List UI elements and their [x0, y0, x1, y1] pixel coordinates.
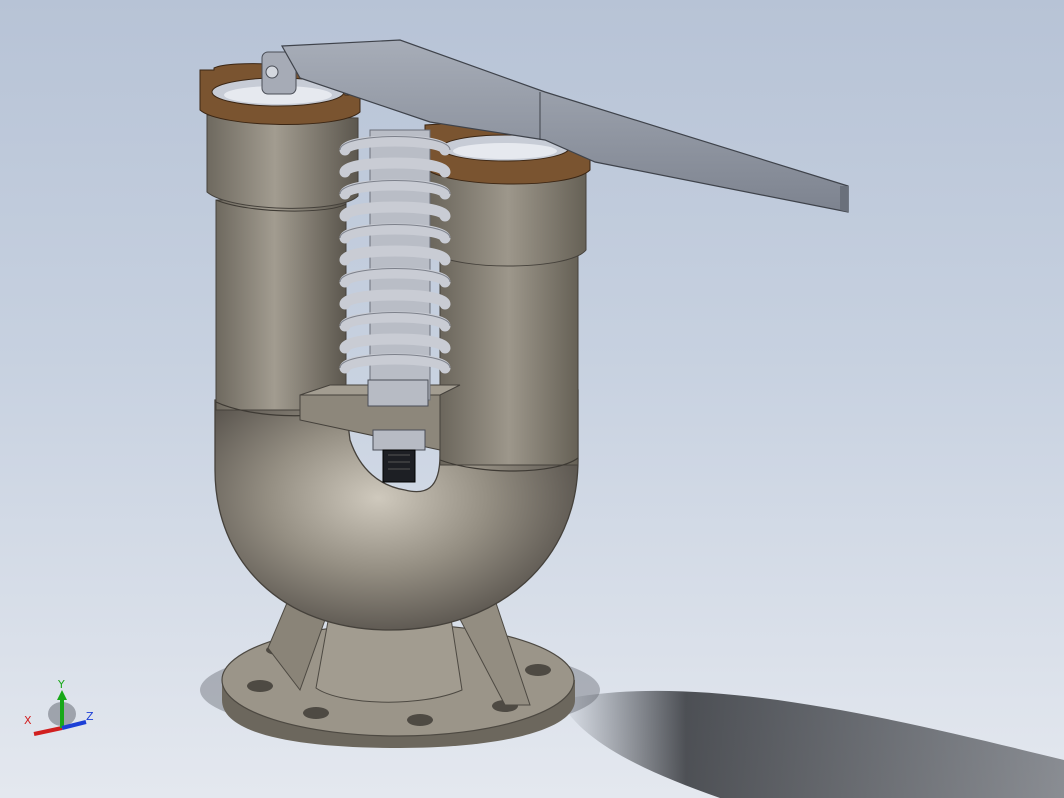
z-axis-label: Z	[86, 710, 94, 723]
left-collar	[206, 114, 359, 209]
adjusting-nut[interactable]	[372, 429, 426, 483]
view-orientation-triad[interactable]: X Y Z	[18, 676, 108, 746]
x-axis-label: X	[24, 714, 32, 727]
coil-spring[interactable]	[339, 129, 451, 401]
ground-shadow	[560, 690, 1064, 798]
left-pipe[interactable]	[215, 199, 347, 411]
y-axis-label: Y	[57, 678, 65, 691]
bolt-hole	[407, 714, 433, 726]
graphics-viewport[interactable]: X Y Z	[0, 0, 1064, 798]
x-axis-icon	[33, 726, 63, 736]
spring-bottom-cup	[367, 379, 429, 407]
right-pipe[interactable]	[439, 249, 579, 466]
bolt-hole	[247, 680, 273, 692]
valve-model[interactable]	[0, 0, 1064, 798]
bolt-hole	[525, 664, 551, 676]
bolt-hole	[303, 707, 329, 719]
right-collar	[429, 171, 587, 267]
